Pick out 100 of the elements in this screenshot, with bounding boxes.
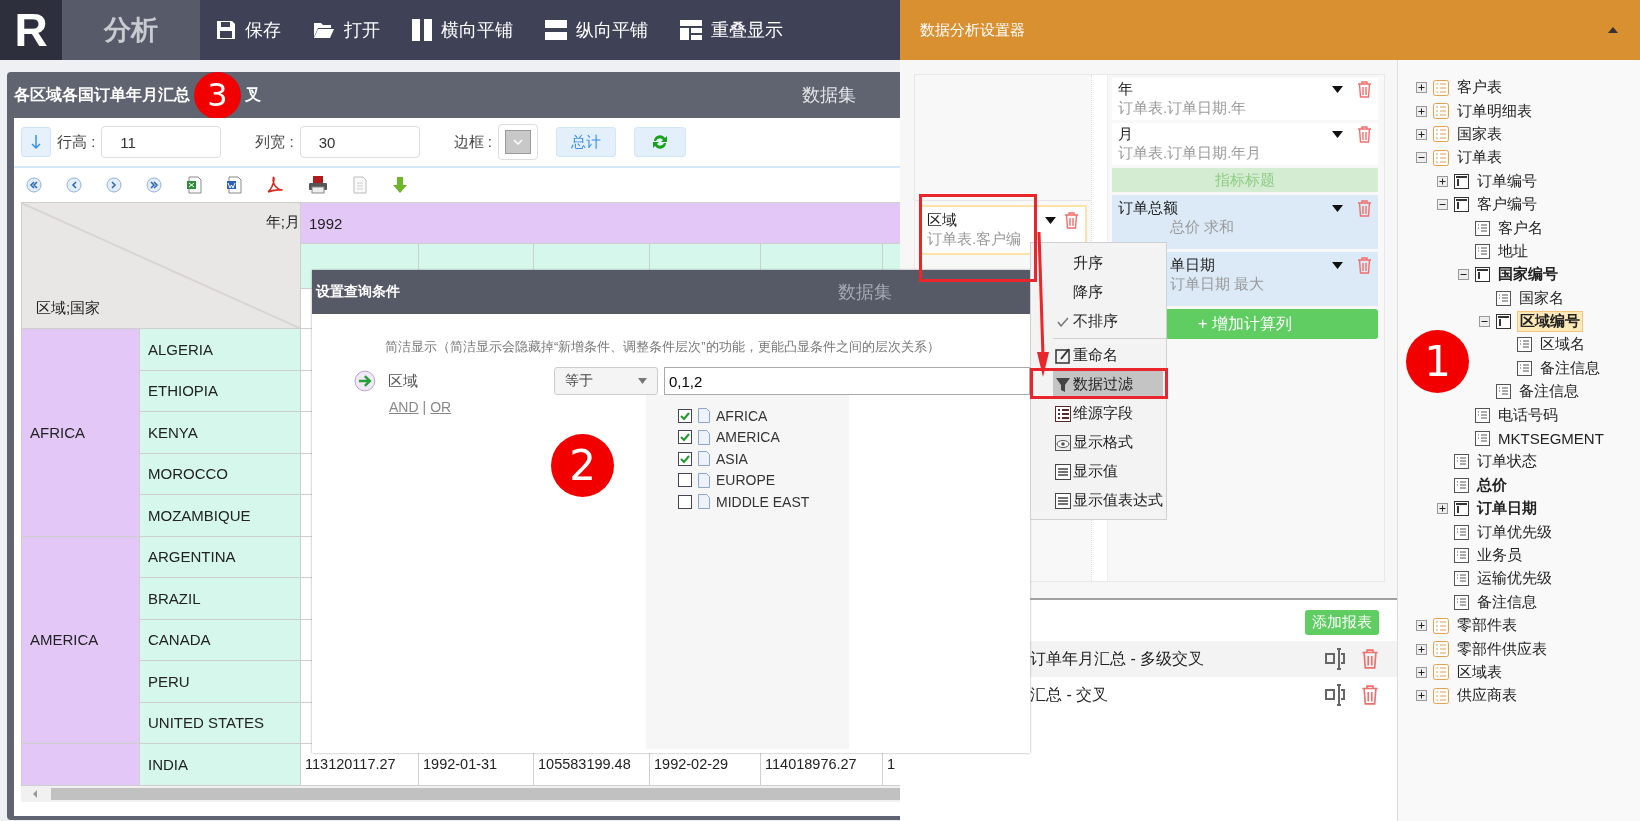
spreadsheet-icon[interactable]	[186, 176, 202, 194]
tree-item[interactable]: 区域编号	[1517, 311, 1583, 333]
row-height-field[interactable]: 11	[101, 126, 222, 158]
tree-item[interactable]: 订单日期	[1475, 499, 1539, 519]
caret-icon[interactable]	[1332, 262, 1343, 269]
tree-item[interactable]: MKTSEGMENT	[1496, 430, 1606, 448]
expand-toggle-icon[interactable]	[1416, 105, 1427, 117]
toolbar-button[interactable]: 重叠显示	[664, 0, 799, 60]
expand-toggle-icon[interactable]	[1416, 666, 1427, 678]
step-badge: 2	[551, 434, 614, 497]
toolbar-button[interactable]: 横向平铺	[396, 0, 529, 60]
tree-item[interactable]: 区域名	[1538, 335, 1587, 355]
tree-item[interactable]: 零部件供应表	[1455, 639, 1549, 659]
checkbox[interactable]	[678, 430, 692, 445]
tree-item[interactable]: 客户编号	[1475, 195, 1539, 215]
expand-toggle-icon[interactable]	[1437, 503, 1448, 515]
report-name: 订单年月汇总 - 多级交叉	[1030, 648, 1206, 669]
expand-toggle-icon[interactable]	[1479, 316, 1490, 328]
region-cell: AMERICA	[21, 536, 140, 744]
tree-item[interactable]: 订单表	[1455, 148, 1504, 168]
app-logo: R	[0, 0, 62, 60]
tree-item[interactable]: 客户名	[1496, 218, 1545, 238]
trash-icon[interactable]	[1361, 649, 1379, 669]
document-icon[interactable]	[226, 176, 242, 194]
tree-item[interactable]: 客户表	[1455, 78, 1504, 98]
menu-item[interactable]: 显示值	[1053, 457, 1166, 486]
tree-item[interactable]: 业务员	[1475, 546, 1524, 565]
or-link[interactable]: OR	[430, 399, 452, 415]
and-link[interactable]: AND	[389, 399, 419, 415]
refresh-button[interactable]	[634, 127, 687, 157]
trash-icon[interactable]	[1357, 126, 1372, 143]
report-list-item[interactable]: 汇总 - 交叉	[900, 677, 1397, 713]
page-icon	[698, 494, 710, 510]
caret-icon[interactable]	[1332, 131, 1343, 138]
tree-item[interactable]: 总价	[1475, 475, 1509, 495]
tree-item[interactable]: 区域表	[1455, 662, 1504, 682]
menu-item[interactable]: 显示格式	[1053, 428, 1166, 457]
first-page-icon[interactable]	[26, 177, 42, 193]
menu-item[interactable]: 维源字段	[1053, 399, 1166, 428]
tree-item[interactable]: 电话号码	[1496, 405, 1560, 425]
column-edit-icon[interactable]	[1325, 684, 1345, 706]
expand-toggle-icon[interactable]	[1416, 620, 1427, 632]
dataset-label[interactable]: 数据集	[802, 83, 857, 107]
toolbar-button[interactable]: 保存	[200, 0, 297, 60]
expand-toggle-icon[interactable]	[1437, 199, 1448, 211]
collapse-icon[interactable]	[1608, 27, 1618, 33]
tree-item[interactable]: 备注信息	[1517, 382, 1581, 402]
caret-icon[interactable]	[1332, 205, 1343, 212]
tree-item[interactable]: 国家编号	[1496, 265, 1560, 285]
tree-item[interactable]: 零部件表	[1455, 616, 1519, 636]
col-width-label: 列宽 :	[255, 132, 294, 152]
tree-item[interactable]: 备注信息	[1538, 358, 1602, 378]
printer-icon[interactable]	[308, 176, 328, 194]
column-field-card[interactable]: 年 订单表.订单日期.年	[1112, 78, 1378, 120]
menu-item[interactable]: 重命名	[1053, 341, 1166, 370]
menu-item[interactable]: 显示值表达式	[1053, 486, 1166, 515]
field-icon	[1475, 407, 1490, 423]
tree-item[interactable]: 订单优先级	[1475, 522, 1554, 542]
expand-toggle-icon[interactable]	[1416, 152, 1427, 164]
column-field-card[interactable]: 月 订单表.订单日期.年月	[1112, 123, 1378, 165]
expand-toggle-icon[interactable]	[1416, 128, 1427, 140]
expand-toggle-icon[interactable]	[1416, 690, 1427, 702]
checkbox[interactable]	[678, 408, 692, 423]
tree-item[interactable]: 订单明细表	[1455, 101, 1534, 121]
tree-item[interactable]: 订单状态	[1475, 452, 1539, 472]
expand-toggle-icon[interactable]	[1416, 643, 1427, 655]
col-width-field[interactable]: 30	[299, 126, 420, 158]
toolbar-button[interactable]: 打开	[297, 0, 396, 60]
last-page-icon[interactable]	[146, 177, 162, 193]
border-dropdown[interactable]	[498, 124, 539, 160]
pdf-icon[interactable]	[266, 176, 284, 194]
tree-item[interactable]: 供应商表	[1455, 686, 1519, 706]
field-icon	[1454, 477, 1469, 493]
mode-tab[interactable]: 分析	[62, 0, 200, 60]
checkbox[interactable]	[678, 473, 692, 488]
condition-value-field[interactable]: 0,1,2	[663, 367, 1030, 395]
column-edit-icon[interactable]	[1325, 648, 1345, 670]
caret-icon[interactable]	[1332, 86, 1343, 93]
caret-icon[interactable]	[1045, 217, 1056, 224]
arrow-right-icon[interactable]	[354, 370, 376, 392]
trash-icon[interactable]	[1361, 685, 1379, 705]
field-group-icon	[1475, 267, 1490, 283]
trash-icon[interactable]	[1357, 81, 1372, 98]
trash-icon[interactable]	[1064, 212, 1079, 229]
tree-item[interactable]: 运输优先级	[1475, 569, 1554, 589]
metric-field-card[interactable]: 订单总额 总价 求和	[1112, 195, 1378, 249]
expand-toggle-icon[interactable]	[1458, 269, 1469, 281]
expand-toggle-icon[interactable]	[1416, 82, 1427, 94]
tree-item[interactable]: 国家名	[1517, 288, 1566, 308]
next-page-icon[interactable]	[106, 177, 122, 193]
tree-item[interactable]: 地址	[1496, 241, 1530, 261]
toolbar-button[interactable]: 纵向平铺	[529, 0, 664, 60]
checkbox[interactable]	[678, 451, 692, 466]
previous-page-icon[interactable]	[66, 177, 82, 193]
operator-dropdown[interactable]: 等于	[553, 367, 658, 395]
expand-toggle-icon[interactable]	[1437, 175, 1448, 187]
tree-item[interactable]: 国家表	[1455, 124, 1504, 144]
tree-item[interactable]: 备注信息	[1475, 592, 1539, 612]
tree-item[interactable]: 订单编号	[1475, 171, 1539, 191]
checkbox[interactable]	[678, 494, 692, 509]
